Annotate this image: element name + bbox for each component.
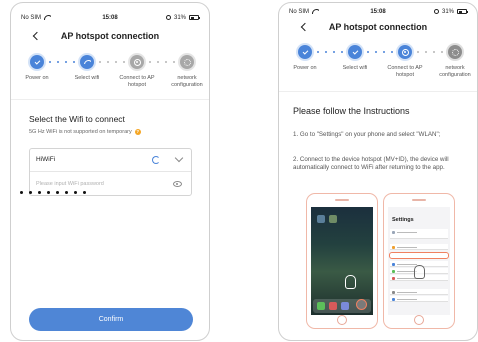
- step-progress: Power on Select wifi Connect to AP hotsp…: [279, 45, 477, 89]
- eye-icon[interactable]: [173, 181, 182, 187]
- step-connector: [99, 61, 125, 63]
- confirm-button[interactable]: Confirm: [29, 308, 193, 331]
- phone-screen-instructions: No SIM 15:08 31% AP hotspot connection P…: [278, 2, 478, 341]
- wifi-form: HiWiFi: [29, 148, 192, 196]
- dock: [313, 299, 371, 313]
- step-connect-ap: [130, 55, 144, 69]
- status-bar: No SIM 15:08 31%: [289, 7, 468, 16]
- step-connector: [417, 51, 443, 53]
- chevron-down-icon[interactable]: [174, 153, 184, 163]
- step-network-config: [180, 55, 194, 69]
- page-title: AP hotspot connection: [328, 22, 428, 32]
- app-icon: [329, 302, 337, 310]
- instructions-title: Please follow the Instructions: [293, 106, 410, 116]
- gear-icon: [183, 58, 191, 66]
- app-icon: [341, 302, 349, 310]
- step-select-wifi: [348, 45, 362, 59]
- dot: [56, 191, 59, 194]
- battery-icon: [189, 15, 200, 20]
- step-select-wifi: [80, 55, 94, 69]
- step-power-on: [298, 45, 312, 59]
- step-label: Select wifi: [342, 65, 368, 71]
- section-title: Select the Wifi to connect: [29, 114, 125, 124]
- status-bar: No SIM 15:08 31%: [21, 13, 200, 22]
- step-progress: Power on Select wifi Connect to AP hotsp…: [11, 55, 209, 99]
- dot: [20, 191, 23, 194]
- help-icon[interactable]: ?: [134, 129, 141, 135]
- check-icon: [302, 48, 308, 55]
- step-network-config: [448, 45, 462, 59]
- home-button: [337, 315, 347, 325]
- gear-icon: [451, 48, 459, 56]
- home-button: [414, 315, 424, 325]
- dot: [38, 191, 41, 194]
- wifi-ssid: HiWiFi: [36, 156, 56, 163]
- step-connector: [367, 51, 393, 53]
- wlan-row-highlight: [389, 252, 449, 259]
- divider: [279, 91, 477, 92]
- wifi-icon: [83, 60, 91, 64]
- hand-tap-icon: [414, 265, 425, 279]
- settings-row: [390, 229, 448, 239]
- phone-app-icon: [317, 302, 325, 310]
- dot: [83, 191, 86, 194]
- dot: [29, 191, 32, 194]
- step-label: Connect to AP hotspot: [387, 65, 423, 78]
- step-label: Power on: [25, 75, 49, 81]
- step-label: Connect to AP hotspot: [119, 75, 155, 88]
- instruction-step-2: 2. Connect to the device hotspot (MV+ID)…: [293, 156, 449, 171]
- refresh-icon[interactable]: [152, 156, 160, 164]
- divider: [11, 99, 209, 100]
- status-time: 15:08: [370, 8, 386, 15]
- settings-title: Settings: [392, 217, 414, 223]
- check-icon: [352, 48, 358, 55]
- step-label: network configuration: [439, 65, 471, 78]
- dot: [47, 191, 50, 194]
- step-connect-ap: [398, 45, 412, 59]
- settings-screen-image: Settings: [388, 207, 450, 315]
- demo-phone-settings-illustration: Settings: [383, 193, 455, 329]
- step-connector: [49, 61, 75, 63]
- demo-phone-home-illustration: [306, 193, 378, 329]
- hand-tap-icon: [345, 275, 356, 289]
- check-icon: [34, 58, 40, 65]
- page-title: AP hotspot connection: [60, 31, 160, 41]
- settings-app-icon: [356, 299, 367, 310]
- password-input[interactable]: [36, 178, 156, 190]
- notice: 5G Hz WiFi is not supported on temporary…: [29, 129, 141, 135]
- app-icon: [329, 215, 337, 223]
- nav-bar: AP hotspot connection: [279, 19, 477, 35]
- dot: [65, 191, 68, 194]
- notice-text: 5G Hz WiFi is not supported on temporary: [29, 129, 132, 135]
- app-icon: [317, 215, 325, 223]
- dot: [74, 191, 77, 194]
- instruction-step-1: 1. Go to "Settings" on your phone and se…: [293, 131, 441, 138]
- signal-icon: [401, 48, 409, 56]
- step-power-on: [30, 55, 44, 69]
- phone-screen-select-wifi: No SIM 15:08 31% AP hotspot connection P…: [10, 2, 210, 341]
- signal-icon: [133, 58, 141, 66]
- settings-row: [390, 296, 448, 302]
- settings-row: [390, 289, 448, 295]
- step-connector: [317, 51, 343, 53]
- step-label: network configuration: [171, 75, 203, 88]
- step-label: Select wifi: [74, 75, 100, 81]
- status-time: 15:08: [102, 14, 118, 21]
- pagination-dots: [20, 191, 86, 194]
- nav-bar: AP hotspot connection: [11, 28, 209, 44]
- step-label: Power on: [293, 65, 317, 71]
- battery-icon: [457, 9, 468, 14]
- settings-row: [390, 244, 448, 250]
- phone-speaker: [412, 199, 426, 201]
- phone-speaker: [335, 199, 349, 201]
- home-screen-image: [311, 207, 373, 315]
- step-connector: [149, 61, 175, 63]
- wifi-select[interactable]: HiWiFi: [30, 149, 191, 172]
